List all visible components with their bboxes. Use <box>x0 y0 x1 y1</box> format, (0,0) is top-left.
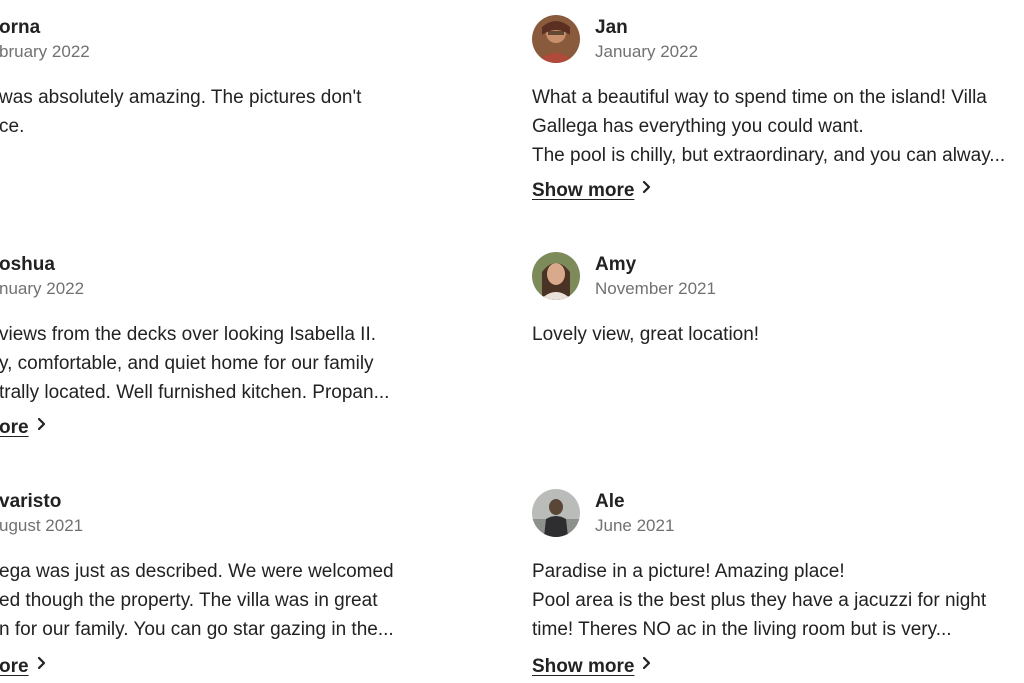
chevron-right-icon <box>642 176 651 202</box>
reviewer-name: orna <box>0 17 41 38</box>
show-more-label: Show more <box>532 656 635 677</box>
review-text: was absolutely amazing. The pictures don… <box>0 83 361 141</box>
review-text-line: y, comfortable, and quiet home for our f… <box>0 353 374 374</box>
review-text-line: time! Theres NO ac in the living room bu… <box>532 619 952 640</box>
review-text: What a beautiful way to spend time on th… <box>532 83 1005 170</box>
review-date: November 2021 <box>595 279 716 298</box>
review-text-line: ega was just as described. We were welco… <box>0 561 394 582</box>
review-text-line: The pool is chilly, but extraordinary, a… <box>532 145 1006 166</box>
review-text-line: ce. <box>0 116 25 137</box>
review-text: Lovely view, great location! <box>532 320 759 349</box>
review-text-line: Gallega has everything you could want. <box>532 116 864 137</box>
review-date: ugust 2021 <box>0 516 84 535</box>
review-text-line: was absolutely amazing. The pictures don… <box>0 87 362 108</box>
show-more-label: Show more <box>532 180 635 201</box>
review-date: January 2022 <box>595 42 699 61</box>
avatar[interactable] <box>532 489 580 537</box>
review-text-line: Paradise in a picture! Amazing place! <box>532 561 845 582</box>
show-more-label: ore <box>0 656 29 677</box>
review-date: bruary 2022 <box>0 42 90 61</box>
show-more-button[interactable]: Show more <box>532 654 651 680</box>
avatar[interactable] <box>532 15 580 63</box>
reviewer-name: Amy <box>595 254 637 275</box>
review-text-line: trally located. Well furnished kitchen. … <box>0 382 390 403</box>
reviewer-name: varisto <box>0 491 62 512</box>
review-text-line: views from the decks over looking Isabel… <box>0 324 377 345</box>
review-text: Paradise in a picture! Amazing place! Po… <box>532 557 986 644</box>
review-text: ega was just as described. We were welco… <box>0 557 394 644</box>
review-text-line: ed though the property. The villa was in… <box>0 590 378 611</box>
show-more-button[interactable]: Show more <box>532 178 651 204</box>
show-more-label: ore <box>0 417 29 438</box>
review-text-line: Lovely view, great location! <box>532 324 760 345</box>
review-text: views from the decks over looking Isabel… <box>0 320 389 407</box>
review-date: nuary 2022 <box>0 279 85 298</box>
show-more-button[interactable]: ore <box>0 654 46 680</box>
review-date: June 2021 <box>595 516 675 535</box>
chevron-right-icon <box>37 652 46 678</box>
avatar[interactable] <box>532 252 580 300</box>
chevron-right-icon <box>37 413 46 439</box>
show-more-button[interactable]: ore <box>0 415 46 441</box>
review-text-line: Pool area is the best plus they have a j… <box>532 590 987 611</box>
chevron-right-icon <box>642 652 651 678</box>
reviewer-name: Ale <box>595 491 625 512</box>
review-text-line: n for our family. You can go star gazing… <box>0 619 394 640</box>
review-text-line: What a beautiful way to spend time on th… <box>532 87 987 108</box>
reviewer-name: Jan <box>595 17 628 38</box>
reviewer-name: oshua <box>0 254 55 275</box>
